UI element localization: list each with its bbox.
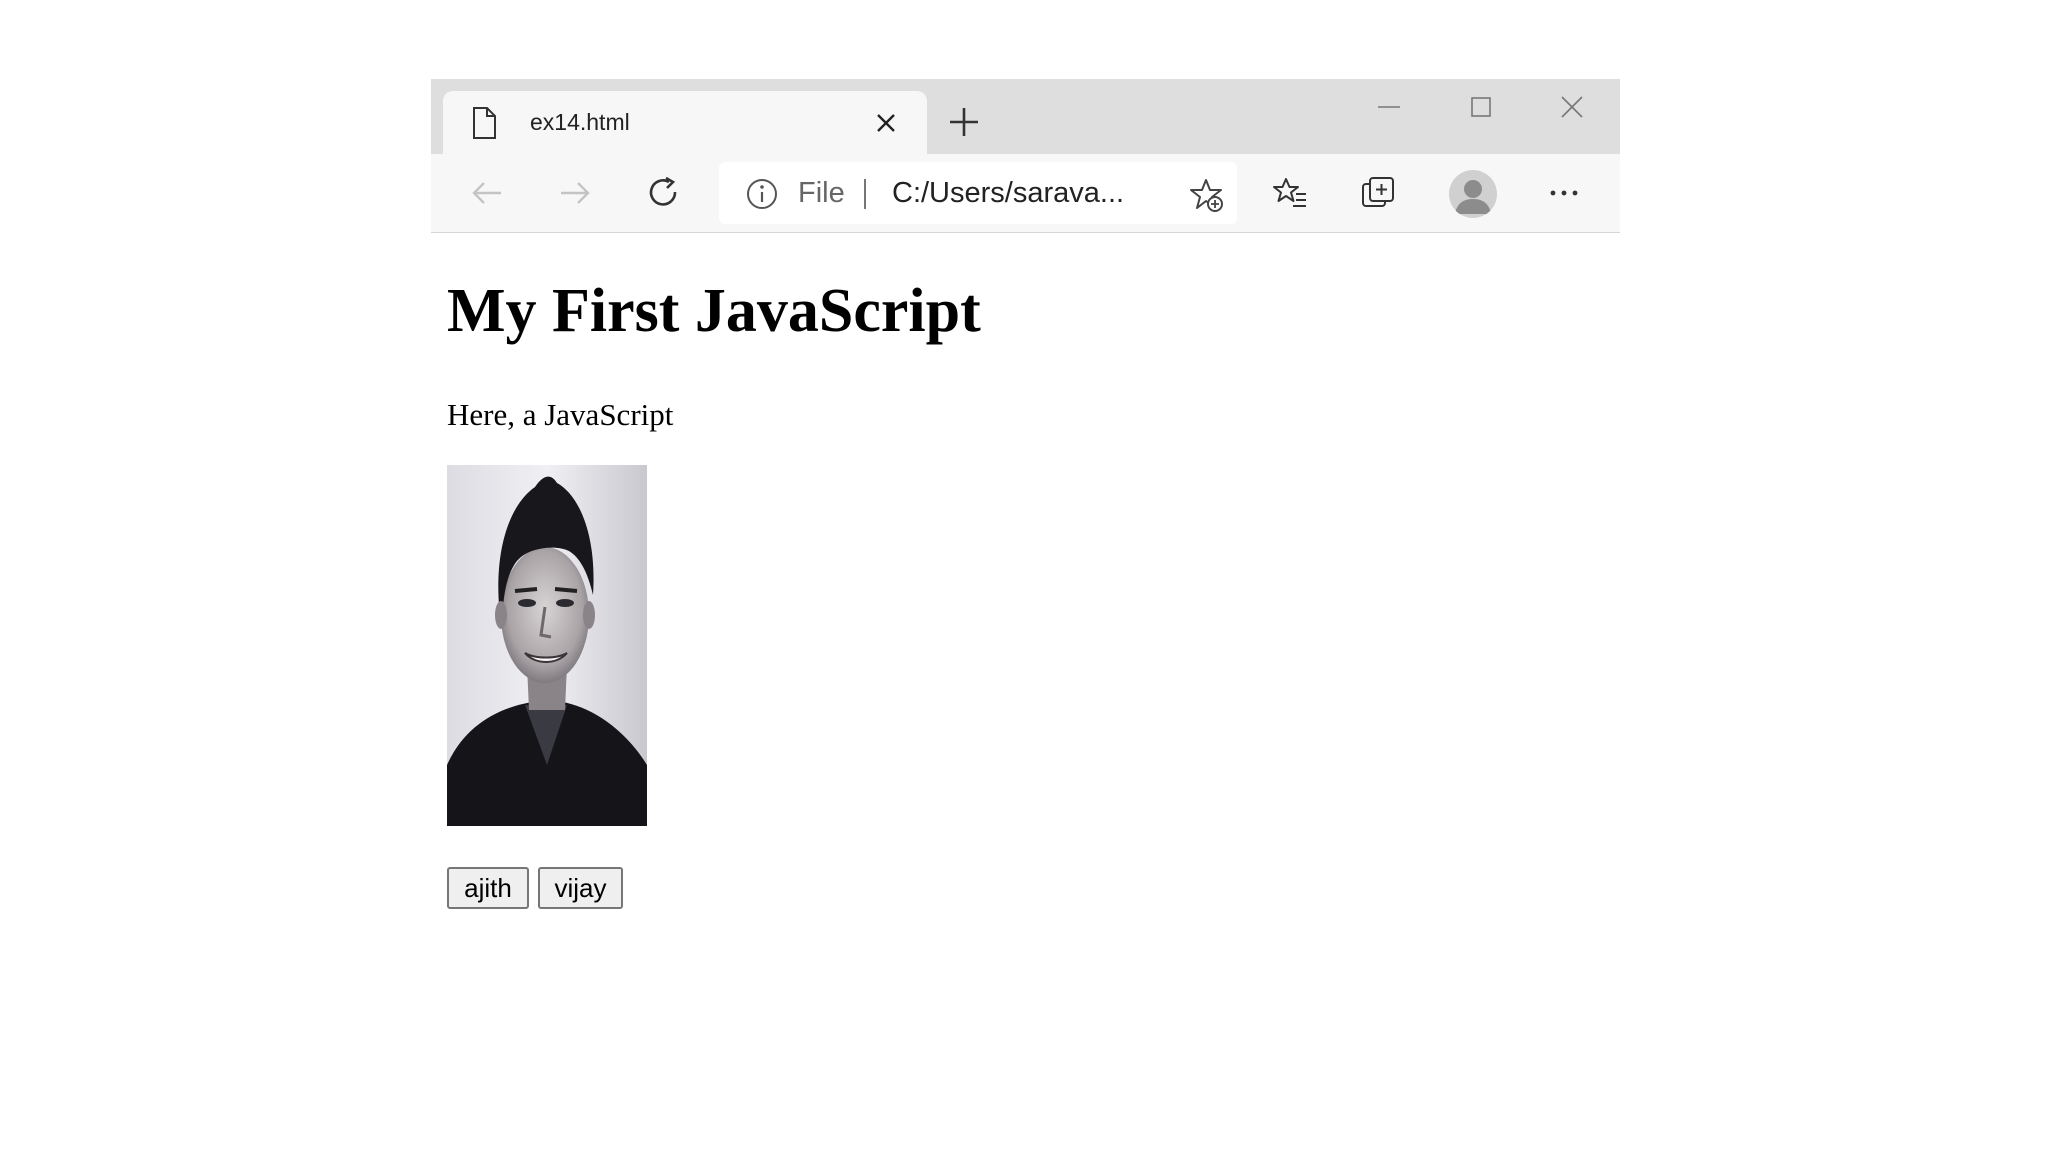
tab-strip: ex14.html — [431, 79, 1620, 154]
info-icon[interactable] — [745, 177, 779, 211]
file-icon — [473, 107, 496, 139]
portrait-picture — [447, 465, 647, 826]
browser-toolbar: File C:/Users/sarava... — [431, 154, 1620, 233]
window-close-icon[interactable] — [1558, 93, 1586, 121]
new-tab-plus-icon[interactable] — [947, 105, 981, 139]
minimize-icon[interactable] — [1375, 93, 1403, 121]
vijay-button[interactable]: vijay — [538, 867, 623, 909]
browser-window: ex14.html File C:/Users/sarava... My Fir… — [431, 79, 1620, 1152]
refresh-icon[interactable] — [645, 174, 683, 212]
page-paragraph: Here, a JavaScript — [447, 397, 674, 432]
address-divider — [864, 179, 866, 209]
tab-title: ex14.html — [530, 109, 630, 135]
profile-avatar[interactable] — [1449, 170, 1497, 218]
url-text[interactable]: C:/Users/sarava... — [892, 176, 1124, 210]
add-favorite-star-icon[interactable] — [1187, 176, 1225, 214]
address-bar[interactable]: File C:/Users/sarava... — [719, 162, 1237, 224]
more-options-icon[interactable] — [1545, 174, 1583, 212]
page-heading: My First JavaScript — [447, 277, 981, 345]
scheme-label: File — [798, 177, 845, 209]
forward-arrow-icon[interactable] — [556, 174, 594, 212]
collections-icon[interactable] — [1359, 174, 1397, 212]
portrait-image — [447, 465, 647, 826]
favorites-icon[interactable] — [1271, 174, 1309, 212]
back-arrow-icon[interactable] — [468, 174, 506, 212]
close-icon[interactable] — [873, 110, 899, 136]
maximize-icon[interactable] — [1467, 93, 1495, 121]
tab-ex14[interactable]: ex14.html — [443, 91, 927, 154]
person-icon — [1455, 180, 1491, 214]
ajith-button[interactable]: ajith — [447, 867, 529, 909]
